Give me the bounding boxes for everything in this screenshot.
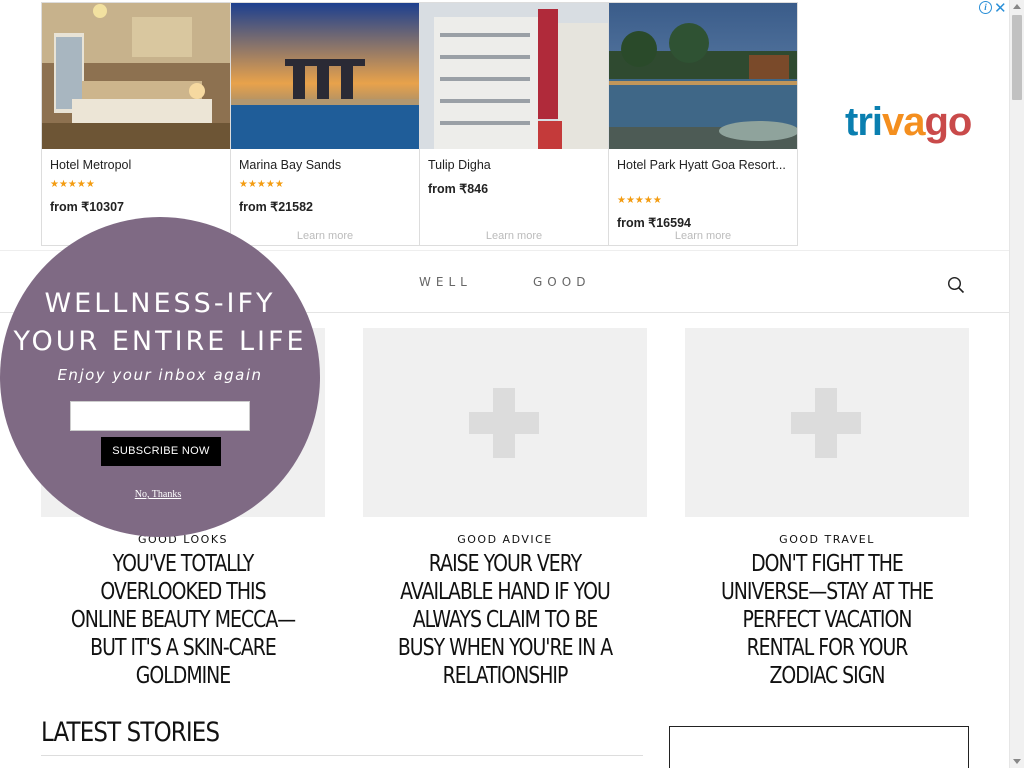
- ad-hotel-price: from ₹21582: [239, 199, 313, 214]
- article-category[interactable]: GOOD TRAVEL: [685, 533, 969, 546]
- plus-icon: [469, 388, 539, 458]
- ad-hotel-price: from ₹846: [428, 181, 488, 196]
- ad-hotel-card[interactable]: Marina Bay Sands ★★★★★ from ₹21582 Learn…: [230, 2, 420, 246]
- ad-hotel-card[interactable]: Tulip Digha from ₹846 Learn more: [419, 2, 609, 246]
- email-field[interactable]: [70, 401, 250, 431]
- trivago-logo-part: go: [924, 100, 973, 144]
- ad-price-value: ₹21582: [270, 200, 313, 214]
- ad-hotel-name[interactable]: Hotel Park Hyatt Goa Resort...: [617, 157, 787, 173]
- ad-hotel-stars: ★★★★★: [239, 179, 284, 190]
- plus-icon: [791, 388, 861, 458]
- latest-stories-heading: LATEST STORIES: [41, 717, 220, 748]
- article-image-placeholder[interactable]: [363, 328, 647, 517]
- ad-learn-more-link[interactable]: Learn more: [609, 230, 797, 242]
- scroll-up-arrow-icon[interactable]: [1013, 4, 1021, 9]
- trivago-logo-part: va: [882, 100, 925, 144]
- scroll-down-arrow-icon[interactable]: [1013, 759, 1021, 764]
- ad-hotel-price: from ₹16594: [617, 215, 691, 230]
- ad-hotel-card[interactable]: Hotel Park Hyatt Goa Resort... ★★★★★ fro…: [608, 2, 798, 246]
- page-scrollbar[interactable]: [1009, 0, 1024, 768]
- site-logo-good[interactable]: GOOD: [533, 275, 590, 289]
- article-image-placeholder[interactable]: [685, 328, 969, 517]
- ad-choices-icon[interactable]: i: [979, 1, 992, 14]
- article-title[interactable]: YOU'VE TOTALLY OVERLOOKED THIS ONLINE BE…: [67, 550, 300, 690]
- ad-hotel-name[interactable]: Tulip Digha: [428, 157, 598, 173]
- hotel-photo: [231, 3, 419, 149]
- popup-title: WELLNESS-IFY YOUR ENTIRE LIFE: [13, 288, 307, 357]
- ad-hotel-stars: ★★★★★: [617, 195, 662, 206]
- search-icon[interactable]: [947, 276, 965, 294]
- newsletter-popup: WELLNESS-IFY YOUR ENTIRE LIFE Enjoy your…: [0, 217, 320, 537]
- site-logo-well[interactable]: WELL: [419, 275, 472, 289]
- ad-price-value: ₹16594: [648, 216, 691, 230]
- ad-price-prefix: from: [428, 182, 456, 196]
- ad-hotel-card[interactable]: Hotel Metropol ★★★★★ from ₹10307: [41, 2, 231, 246]
- popup-subtitle: Enjoy your inbox again: [57, 366, 263, 384]
- hotel-photo: [609, 3, 797, 149]
- ad-price-prefix: from: [239, 200, 267, 214]
- dismiss-link[interactable]: No, Thanks: [0, 489, 316, 500]
- ad-price-prefix: from: [617, 216, 645, 230]
- ad-hotel-stars: ★★★★★: [50, 179, 95, 190]
- divider: [41, 755, 643, 756]
- hotel-ad-banner[interactable]: Hotel Metropol ★★★★★ from ₹10307 Marina …: [0, 0, 1009, 250]
- trivago-logo[interactable]: trivago: [845, 100, 973, 145]
- subscribe-button[interactable]: SUBSCRIBE NOW: [101, 437, 221, 466]
- hotel-photo: [42, 3, 230, 149]
- ad-hotel-price: from ₹10307: [50, 199, 124, 214]
- ad-price-prefix: from: [50, 200, 78, 214]
- ad-learn-more-link[interactable]: Learn more: [420, 230, 608, 242]
- article-title[interactable]: DON'T FIGHT THE UNIVERSE—STAY AT THE PER…: [711, 550, 944, 690]
- sidebar-box: [669, 726, 969, 768]
- ad-close-icon[interactable]: ✕: [994, 0, 1007, 17]
- article-category[interactable]: GOOD ADVICE: [363, 533, 647, 546]
- ad-price-value: ₹846: [459, 182, 489, 196]
- ad-hotel-name[interactable]: Marina Bay Sands: [239, 157, 409, 173]
- article-title[interactable]: RAISE YOUR VERY AVAILABLE HAND IF YOU AL…: [389, 550, 622, 690]
- hotel-photo: [420, 3, 608, 149]
- ad-hotel-name[interactable]: Hotel Metropol: [50, 157, 220, 173]
- scroll-thumb[interactable]: [1012, 15, 1022, 100]
- trivago-logo-part: tri: [845, 100, 883, 144]
- ad-learn-more-link[interactable]: Learn more: [231, 230, 419, 242]
- ad-price-value: ₹10307: [81, 200, 124, 214]
